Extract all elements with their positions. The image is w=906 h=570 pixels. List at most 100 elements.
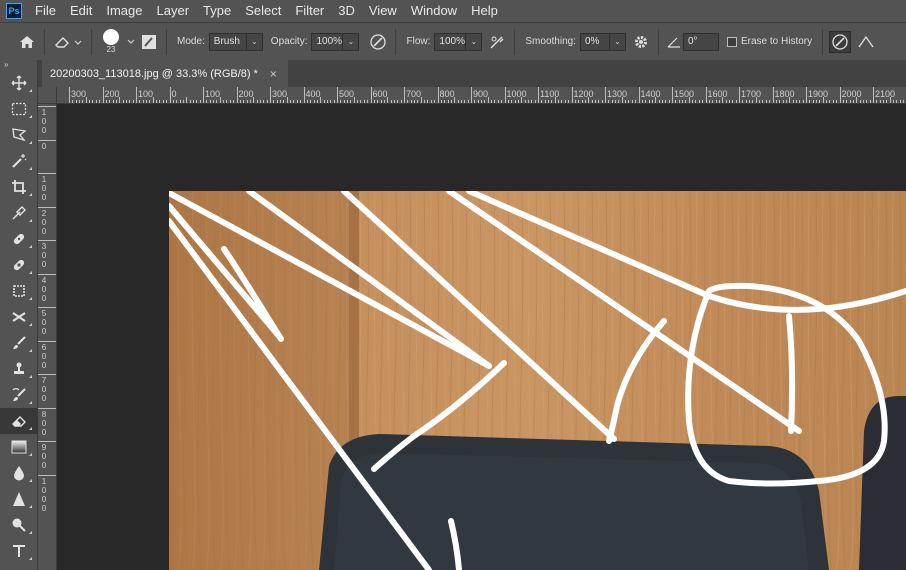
- ruler-tick: [460, 100, 462, 103]
- airbrush-icon[interactable]: [486, 31, 508, 53]
- ruler-tick: [779, 100, 781, 103]
- gradient-tool[interactable]: [0, 434, 38, 460]
- ruler-tick: [765, 100, 767, 103]
- ruler-tick: [430, 100, 432, 103]
- history-brush-tool[interactable]: [0, 382, 38, 408]
- ruler-tick: [92, 100, 94, 103]
- ruler-tick: [330, 100, 332, 103]
- menu-help[interactable]: Help: [464, 0, 505, 22]
- type-tool[interactable]: [0, 538, 38, 564]
- healing-brush-tool[interactable]: [0, 226, 38, 252]
- ruler-tick: [816, 100, 818, 103]
- sharpen-tool[interactable]: [0, 486, 38, 512]
- ruler-tick: [631, 100, 633, 103]
- symmetry-icon[interactable]: [855, 31, 877, 53]
- close-icon[interactable]: ×: [270, 67, 277, 81]
- menu-3d[interactable]: 3D: [331, 0, 362, 22]
- ruler-tick-label: 1700: [741, 89, 762, 99]
- menu-window[interactable]: Window: [404, 0, 464, 22]
- brush-tool[interactable]: [0, 330, 38, 356]
- ruler-tick: [544, 100, 546, 103]
- ruler-tick: [119, 97, 121, 103]
- ruler-tick: [849, 100, 851, 103]
- ruler-tick: [377, 100, 379, 103]
- content-aware-tool[interactable]: [0, 278, 38, 304]
- document-tab[interactable]: 20200303_113018.jpg @ 33.3% (RGB/8) * ×: [42, 60, 288, 87]
- crop-tool[interactable]: [0, 174, 38, 200]
- ruler-tick: [564, 100, 566, 103]
- erase-to-history-label: Erase to History: [740, 36, 813, 47]
- ruler-tick-label: 2100: [875, 89, 896, 99]
- menu-file[interactable]: File: [28, 0, 63, 22]
- menu-image[interactable]: Image: [99, 0, 149, 22]
- menu-view[interactable]: View: [362, 0, 404, 22]
- content-aware-icon: [13, 285, 25, 297]
- erase-to-history-checkbox[interactable]: [726, 36, 737, 47]
- eyedropper-tool[interactable]: [0, 200, 38, 226]
- home-icon[interactable]: [16, 31, 38, 53]
- ruler-tick: [581, 100, 583, 103]
- marquee-tool[interactable]: [0, 96, 38, 122]
- flow-dropdown-chevron-icon[interactable]: ⌄: [466, 32, 483, 51]
- document-image[interactable]: [169, 191, 906, 570]
- ruler-tick: [236, 87, 238, 103]
- bandage-icon: [13, 233, 25, 245]
- magic-wand-tool[interactable]: [0, 148, 38, 174]
- menu-type[interactable]: Type: [196, 0, 238, 22]
- pressure-opacity-icon[interactable]: [367, 31, 389, 53]
- menu-layer[interactable]: Layer: [150, 0, 197, 22]
- brush-angle-input[interactable]: 0°: [682, 32, 719, 51]
- canvas-area[interactable]: [57, 104, 906, 570]
- patch-tool[interactable]: [0, 252, 38, 278]
- ruler-tick: [300, 100, 302, 103]
- opacity-input[interactable]: 100%: [311, 32, 344, 51]
- gear-icon[interactable]: [630, 31, 652, 53]
- ruler-tick: [38, 374, 56, 375]
- ruler-tick: [357, 100, 359, 103]
- ruler-tick-label: 600: [372, 89, 388, 99]
- panel-collapse-icon[interactable]: »: [0, 60, 37, 70]
- horizontal-ruler[interactable]: 300 200 100 0 100 200 300 400 500 600 700 800 900 100…: [57, 87, 906, 104]
- ruler-tick: [313, 100, 315, 103]
- ruler-tick: [367, 100, 369, 103]
- chevron-down-icon[interactable]: [124, 31, 138, 53]
- opacity-dropdown-chevron-icon[interactable]: ⌄: [343, 32, 360, 51]
- ruler-tick: [866, 100, 868, 103]
- ruler-tick: [85, 97, 87, 103]
- ruler-tick: [698, 100, 700, 103]
- ruler-tick-label: 400: [305, 89, 321, 99]
- brush-settings-panel-icon[interactable]: [138, 31, 160, 53]
- ruler-tick: [189, 100, 191, 103]
- eraser-tool[interactable]: [0, 408, 38, 434]
- triangle-icon: [13, 492, 25, 506]
- flow-input[interactable]: 100%: [434, 32, 467, 51]
- smoothing-dropdown-chevron-icon[interactable]: ⌄: [609, 32, 626, 51]
- lasso-tool[interactable]: [0, 122, 38, 148]
- dodge-tool[interactable]: [0, 512, 38, 538]
- ruler-tick: [447, 100, 449, 103]
- move-tool[interactable]: [0, 70, 38, 96]
- vertical-ruler[interactable]: 10001002003004005006007008009001000: [38, 104, 57, 570]
- blur-tool[interactable]: [0, 460, 38, 486]
- ruler-tick: [678, 100, 680, 103]
- menu-edit[interactable]: Edit: [63, 0, 99, 22]
- ruler-tick: [641, 100, 643, 103]
- mode-dropdown-chevron-icon[interactable]: ⌄: [246, 32, 263, 51]
- type-icon: [13, 545, 25, 557]
- eraser-preset-picker[interactable]: [51, 31, 85, 53]
- menu-select[interactable]: Select: [238, 0, 288, 22]
- clone-stamp-tool[interactable]: [0, 356, 38, 382]
- ruler-origin[interactable]: [38, 87, 57, 104]
- ruler-tick: [578, 100, 580, 103]
- pressure-size-icon[interactable]: [829, 30, 852, 53]
- ruler-tick: [598, 100, 600, 103]
- menu-filter[interactable]: Filter: [288, 0, 331, 22]
- photoshop-logo-icon[interactable]: Ps: [6, 3, 22, 19]
- ruler-tick: [534, 100, 536, 103]
- brush-preset-picker[interactable]: 23: [98, 29, 124, 54]
- mode-select[interactable]: Brush: [208, 32, 247, 51]
- ruler-tick: [883, 100, 885, 103]
- red-eye-tool[interactable]: [0, 304, 38, 330]
- ruler-tick: [651, 100, 653, 103]
- smoothing-input[interactable]: 0%: [579, 32, 610, 51]
